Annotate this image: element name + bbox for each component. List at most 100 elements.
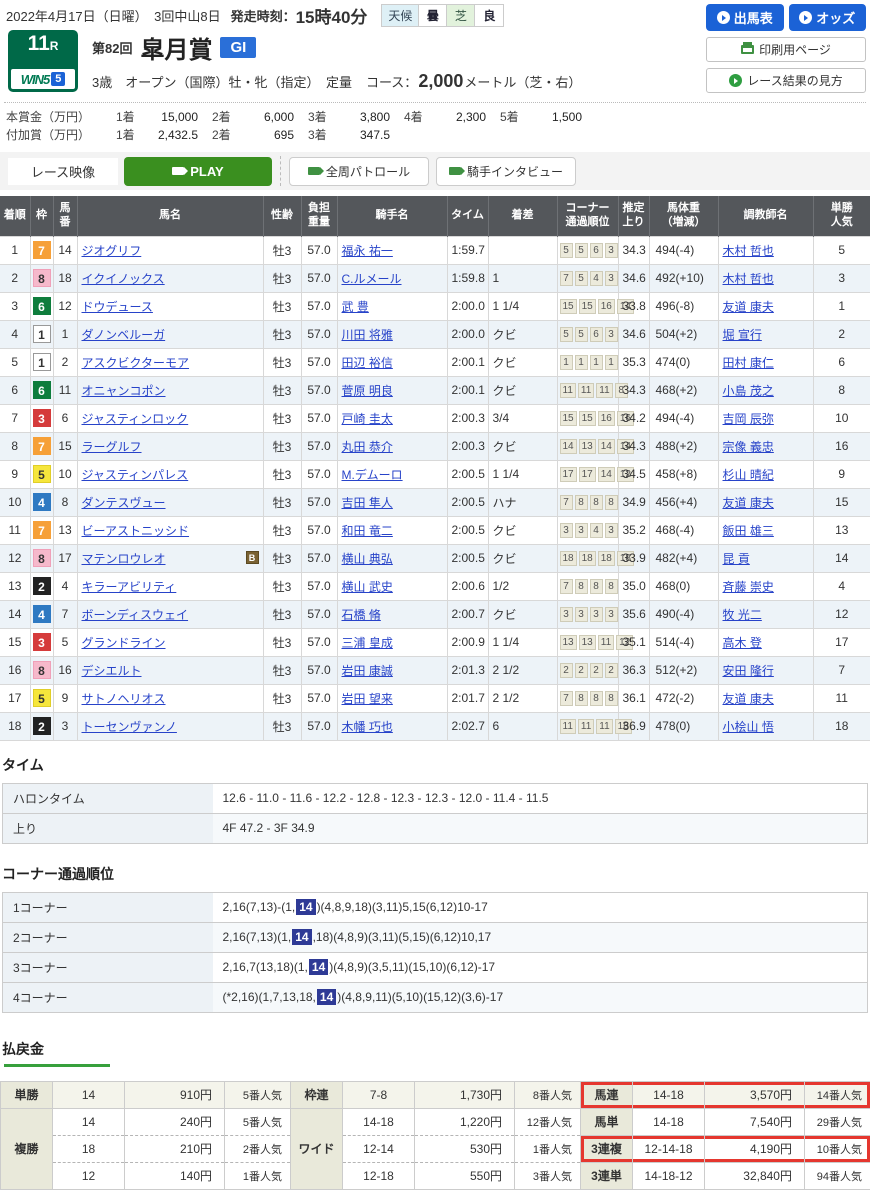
odds-button[interactable]: オッズ [789,4,867,31]
horse-name-link[interactable]: ジオグリフ [82,244,142,258]
finish-time: 2:00.7 [447,600,488,628]
jockey-cell: 和田 竜二 [337,516,447,544]
corner-positions: 7888 [557,572,618,600]
jockey-link[interactable]: 石橋 脩 [342,608,381,622]
horse-name-link[interactable]: ジャスティンロック [82,412,189,426]
carried-weight: 57.0 [301,572,337,600]
payout-amount: 4,190円 [705,1135,805,1162]
jockey-link[interactable]: 岩田 康誠 [342,664,393,678]
bracket-number-badge: 1 [33,353,51,371]
table-row: 512アスクビクターモア牡357.0田辺 裕信2:00.1クビ111135.34… [0,348,870,376]
trainer-link[interactable]: 吉岡 辰弥 [723,412,774,426]
jockey-link[interactable]: 戸崎 圭太 [342,412,393,426]
horse-name-link[interactable]: オニャンコポン [82,384,166,398]
jockey-link[interactable]: 岩田 望来 [342,692,393,706]
jockey-link[interactable]: 木幡 巧也 [342,720,393,734]
horse-weight: 490(-4) [649,600,718,628]
jockey-link[interactable]: 横山 武史 [342,580,393,594]
jockey-link[interactable]: 丸田 恭介 [342,440,393,454]
jockey-interview-button[interactable]: 騎手インタビュー [436,157,576,186]
jockey-link[interactable]: 吉田 隼人 [342,496,393,510]
trainer-link[interactable]: 友道 康夫 [723,300,774,314]
bracket-cell: 8 [30,264,53,292]
trainer-link[interactable]: 田村 康仁 [723,356,774,370]
corner-position-value: 1 [590,355,603,370]
patrol-video-button[interactable]: 全周パトロール [289,157,429,186]
trainer-link[interactable]: 木村 哲也 [723,244,774,258]
trainer-link[interactable]: 杉山 晴紀 [723,468,774,482]
payout-popularity: 29番人気 [805,1108,870,1135]
corner-order-text: (*2,16)(1,7,13,18, [223,990,316,1004]
circle-arrow-icon [717,11,730,24]
jockey-link[interactable]: 川田 将雅 [342,328,393,342]
trainer-link[interactable]: 昆 貢 [723,552,750,566]
horse-name-link[interactable]: イクイノックス [82,272,165,286]
horse-name-link[interactable]: トーセンヴァンノ [82,720,177,734]
finish-position: 9 [0,460,30,488]
trainer-link[interactable]: 高木 登 [723,636,762,650]
play-button[interactable]: PLAY [124,157,272,186]
prize-rank-label: 2着 [212,126,242,143]
horse-name-link[interactable]: キラーアビリティ [82,580,177,594]
horse-weight: 496(-8) [649,292,718,320]
jockey-cell: 木幡 巧也 [337,712,447,740]
jockey-link[interactable]: 和田 竜二 [342,524,393,538]
payout-popularity: 10番人気 [805,1135,870,1162]
print-page-button[interactable]: 印刷用ページ [706,37,866,62]
horse-name-link[interactable]: ダンテスヴュー [82,496,166,510]
trainer-link[interactable]: 飯田 雄三 [723,524,774,538]
trainer-link[interactable]: 安田 隆行 [723,664,774,678]
jockey-link[interactable]: M.デムーロ [342,468,403,482]
horse-name-link[interactable]: デシエルト [82,664,142,678]
corner-position-value: 2 [575,663,588,678]
prize-value: 2,300 [434,110,486,124]
trainer-link[interactable]: 友道 康夫 [723,692,774,706]
horse-name-link[interactable]: ボーンディスウェイ [82,608,189,622]
corner-position-value: 18 [579,551,596,566]
horse-number: 12 [53,292,77,320]
last-3f-time: 34.6 [618,320,649,348]
entries-button[interactable]: 出馬表 [706,4,784,31]
video-button-row: レース映像 PLAY 全周パトロール 騎手インタビュー [0,152,870,190]
trainer-link[interactable]: 宗像 義忠 [723,440,774,454]
jockey-link[interactable]: 武 豊 [342,300,369,314]
horse-name-link[interactable]: ラーグルフ [82,440,142,454]
finish-time: 2:00.1 [447,376,488,404]
results-guide-button[interactable]: レース結果の見方 [706,68,866,93]
margin: 6 [488,712,557,740]
horse-name-cell: ダノンベルーガ [77,320,263,348]
horse-name-link[interactable]: ダノンベルーガ [82,328,166,342]
time-row: ハロンタイム12.6 - 11.0 - 11.6 - 12.2 - 12.8 -… [3,783,868,813]
jockey-link[interactable]: 菅原 明良 [342,384,393,398]
jockey-link[interactable]: 田辺 裕信 [342,356,393,370]
corner-position-value: 17 [560,467,577,482]
horse-name-link[interactable]: マテンロウレオ [82,552,166,566]
horse-number: 10 [53,460,77,488]
trainer-link[interactable]: 小桧山 悟 [723,720,774,734]
horse-name-link[interactable]: グランドライン [82,636,166,650]
table-row: 736ジャスティンロック牡357.0戸崎 圭太2:00.33/415151616… [0,404,870,432]
horse-name-link[interactable]: アスクビクターモア [82,356,190,370]
corner-positions: 5563 [557,320,618,348]
jockey-link[interactable]: C.ルメール [342,272,402,286]
trainer-link[interactable]: 友道 康夫 [723,496,774,510]
jockey-link[interactable]: 三浦 皇成 [342,636,393,650]
horse-name-cell: ビーアストニッシド [77,516,263,544]
jockey-link[interactable]: 横山 典弘 [342,552,393,566]
horse-name-link[interactable]: サトノヘリオス [82,692,166,706]
corner-position-value: 13 [579,635,596,650]
trainer-link[interactable]: 小島 茂之 [723,384,774,398]
horse-name-link[interactable]: ドウデュース [82,300,153,314]
trainer-link[interactable]: 木村 哲也 [723,272,774,286]
trainer-link[interactable]: 堀 宣行 [723,328,762,342]
finish-position: 13 [0,572,30,600]
jockey-link[interactable]: 福永 祐一 [342,244,393,258]
horse-number: 5 [53,628,77,656]
horse-weight: 458(+8) [649,460,718,488]
trainer-link[interactable]: 斉藤 崇史 [723,580,774,594]
trainer-cell: 宗像 義忠 [718,432,813,460]
horse-name-link[interactable]: ジャスティンパレス [82,468,189,482]
corner-row-value: 2,16(7,13)(1,14,18)(4,8,9)(3,11)(5,15)(6… [213,922,868,952]
horse-name-link[interactable]: ビーアストニッシド [82,524,190,538]
trainer-link[interactable]: 牧 光二 [723,608,762,622]
